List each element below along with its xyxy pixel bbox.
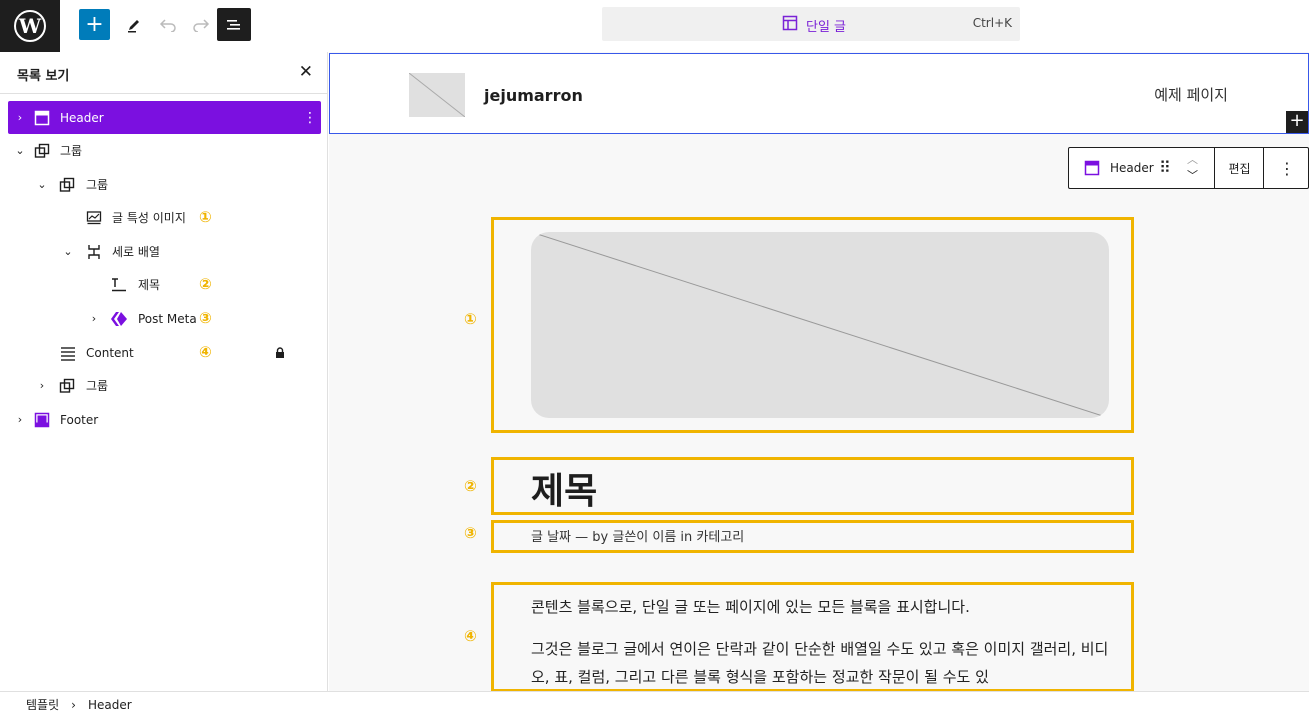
top-toolbar: W + 단일 글 Ctrl+K bbox=[0, 0, 1309, 52]
group-icon bbox=[58, 377, 76, 395]
command-palette-bar[interactable]: 단일 글 Ctrl+K bbox=[602, 7, 1020, 41]
tree-item-label: 그룹 bbox=[86, 178, 109, 192]
block-toolbar: Header ⠿ ︿ ﹀ 편집 ⋮ bbox=[1068, 147, 1309, 189]
lock-icon bbox=[271, 344, 289, 362]
featured-image-block[interactable] bbox=[491, 217, 1134, 433]
post-content-block[interactable]: 콘텐츠 블록으로, 단일 글 또는 페이지에 있는 모든 블록을 표시합니다. … bbox=[491, 582, 1134, 691]
add-block-button[interactable]: + bbox=[79, 9, 110, 40]
post-title-block[interactable]: 제목 bbox=[491, 457, 1134, 515]
footer-icon bbox=[33, 411, 51, 429]
tree-item-label: Content bbox=[86, 345, 134, 360]
more-options-icon[interactable]: ⋮ bbox=[303, 110, 317, 126]
template-icon bbox=[782, 15, 798, 35]
content-paragraph: 그것은 블로그 글에서 연이은 단락과 같이 단순한 배열일 수도 있고 혹은 … bbox=[531, 640, 1109, 686]
command-title: 단일 글 bbox=[806, 19, 847, 35]
tree-item-post-title[interactable]: 제목 ② bbox=[0, 268, 320, 301]
template-part-icon bbox=[33, 109, 51, 127]
group-icon bbox=[33, 142, 51, 160]
move-up-icon[interactable]: ︿ bbox=[1187, 151, 1198, 167]
more-options-icon[interactable]: ⋮ bbox=[1265, 148, 1309, 188]
nav-page-link[interactable]: 예제 페이지 bbox=[1154, 84, 1228, 105]
tree-item-content[interactable]: Content ④ bbox=[0, 336, 320, 369]
tree-item-label: Footer bbox=[60, 412, 99, 427]
marker-2: ② bbox=[199, 275, 212, 293]
chevron-down-icon[interactable]: ⌄ bbox=[36, 178, 48, 191]
content-icon bbox=[59, 344, 77, 362]
redo-icon[interactable] bbox=[185, 9, 217, 41]
title-icon bbox=[110, 276, 128, 294]
featured-image-placeholder bbox=[531, 232, 1109, 418]
tree-item-group[interactable]: › 그룹 bbox=[0, 369, 320, 402]
move-down-icon[interactable]: ﹀ bbox=[1187, 167, 1198, 183]
tree-item-label: 제목 bbox=[138, 278, 161, 292]
tree-item-group[interactable]: ⌄ 그룹 bbox=[0, 134, 320, 167]
list-view-sidebar: 목록 보기 ✕ › Header ⋮ ⌄ 그룹 ⌄ 그룹 글 특성 이미지 ① bbox=[0, 52, 328, 691]
block-name: Header bbox=[1110, 161, 1154, 175]
chevron-right-icon: › bbox=[71, 697, 76, 712]
add-block-icon[interactable]: + bbox=[1286, 111, 1308, 133]
breadcrumb: 템플릿 › Header bbox=[26, 696, 132, 713]
list-view-icon[interactable] bbox=[217, 8, 251, 41]
command-shortcut: Ctrl+K bbox=[972, 16, 1012, 30]
editor-canvas: jejumarron 예제 페이지 + Header ⠿ ︿ ﹀ 편집 ⋮ ① … bbox=[329, 52, 1309, 691]
marker-1: ① bbox=[464, 310, 477, 328]
chevron-right-icon[interactable]: › bbox=[88, 312, 100, 325]
chevron-right-icon[interactable]: › bbox=[14, 111, 26, 124]
tree-item-post-meta[interactable]: › Post Meta ③ bbox=[0, 302, 320, 335]
marker-3: ③ bbox=[464, 524, 477, 542]
group-icon bbox=[58, 176, 76, 194]
marker-1: ① bbox=[199, 208, 212, 226]
site-title[interactable]: jejumarron bbox=[484, 86, 583, 105]
marker-3: ③ bbox=[199, 309, 212, 327]
stack-icon bbox=[85, 243, 103, 261]
drag-handle-icon[interactable]: ⠿ bbox=[1159, 158, 1171, 177]
breadcrumb-item[interactable]: Header bbox=[88, 698, 132, 712]
header-block[interactable]: jejumarron 예제 페이지 + bbox=[329, 53, 1309, 134]
site-logo-placeholder[interactable] bbox=[408, 72, 466, 118]
tree-item-label: 세로 배열 bbox=[112, 245, 160, 259]
tree-item-label: 글 특성 이미지 bbox=[112, 211, 186, 225]
edit-button[interactable]: 편집 bbox=[1216, 148, 1264, 188]
chevron-down-icon[interactable]: ⌄ bbox=[14, 144, 26, 157]
tree-item-stack[interactable]: ⌄ 세로 배열 bbox=[0, 235, 320, 268]
tree-item-label: 그룹 bbox=[86, 379, 109, 393]
marker-2: ② bbox=[464, 477, 477, 495]
block-switcher[interactable]: Header ⠿ ︿ ﹀ bbox=[1069, 148, 1215, 188]
post-title: 제목 bbox=[531, 471, 598, 512]
undo-icon[interactable] bbox=[152, 9, 184, 41]
content-paragraph: 콘텐츠 블록으로, 단일 글 또는 페이지에 있는 모든 블록을 표시합니다. bbox=[531, 598, 970, 616]
post-meta: 글 날짜 — by 글쓴이 이름 in 카테고리 bbox=[531, 530, 745, 545]
svg-text:W: W bbox=[18, 14, 42, 38]
tree-item-footer[interactable]: › Footer bbox=[0, 403, 320, 436]
featured-image-icon bbox=[85, 209, 103, 227]
tree-item-featured-image[interactable]: 글 특성 이미지 ① bbox=[0, 201, 320, 234]
wordpress-logo-icon[interactable]: W bbox=[0, 0, 60, 52]
post-meta-block[interactable]: 글 날짜 — by 글쓴이 이름 in 카테고리 bbox=[491, 520, 1134, 553]
marker-4: ④ bbox=[464, 627, 477, 645]
tree-item-label: Post Meta bbox=[138, 311, 197, 326]
chevron-right-icon[interactable]: › bbox=[14, 413, 26, 426]
sidebar-header: 목록 보기 ✕ bbox=[0, 52, 327, 94]
pattern-icon bbox=[110, 310, 128, 328]
tree-item-label: Header bbox=[60, 110, 104, 125]
block-breadcrumb-bar: 템플릿 › Header bbox=[0, 691, 1309, 726]
breadcrumb-item[interactable]: 템플릿 bbox=[26, 696, 59, 713]
tree-item-label: 그룹 bbox=[60, 144, 83, 158]
chevron-right-icon[interactable]: › bbox=[36, 379, 48, 392]
close-icon[interactable]: ✕ bbox=[299, 62, 313, 82]
tree-item-group[interactable]: ⌄ 그룹 bbox=[0, 168, 320, 201]
tree-item-header[interactable]: › Header ⋮ bbox=[8, 101, 321, 134]
edit-button-label: 편집 bbox=[1228, 161, 1251, 176]
chevron-down-icon[interactable]: ⌄ bbox=[62, 245, 74, 258]
tools-pen-icon[interactable] bbox=[118, 9, 150, 41]
sidebar-title: 목록 보기 bbox=[17, 69, 70, 84]
template-part-icon bbox=[1084, 160, 1100, 179]
marker-4: ④ bbox=[199, 343, 212, 361]
